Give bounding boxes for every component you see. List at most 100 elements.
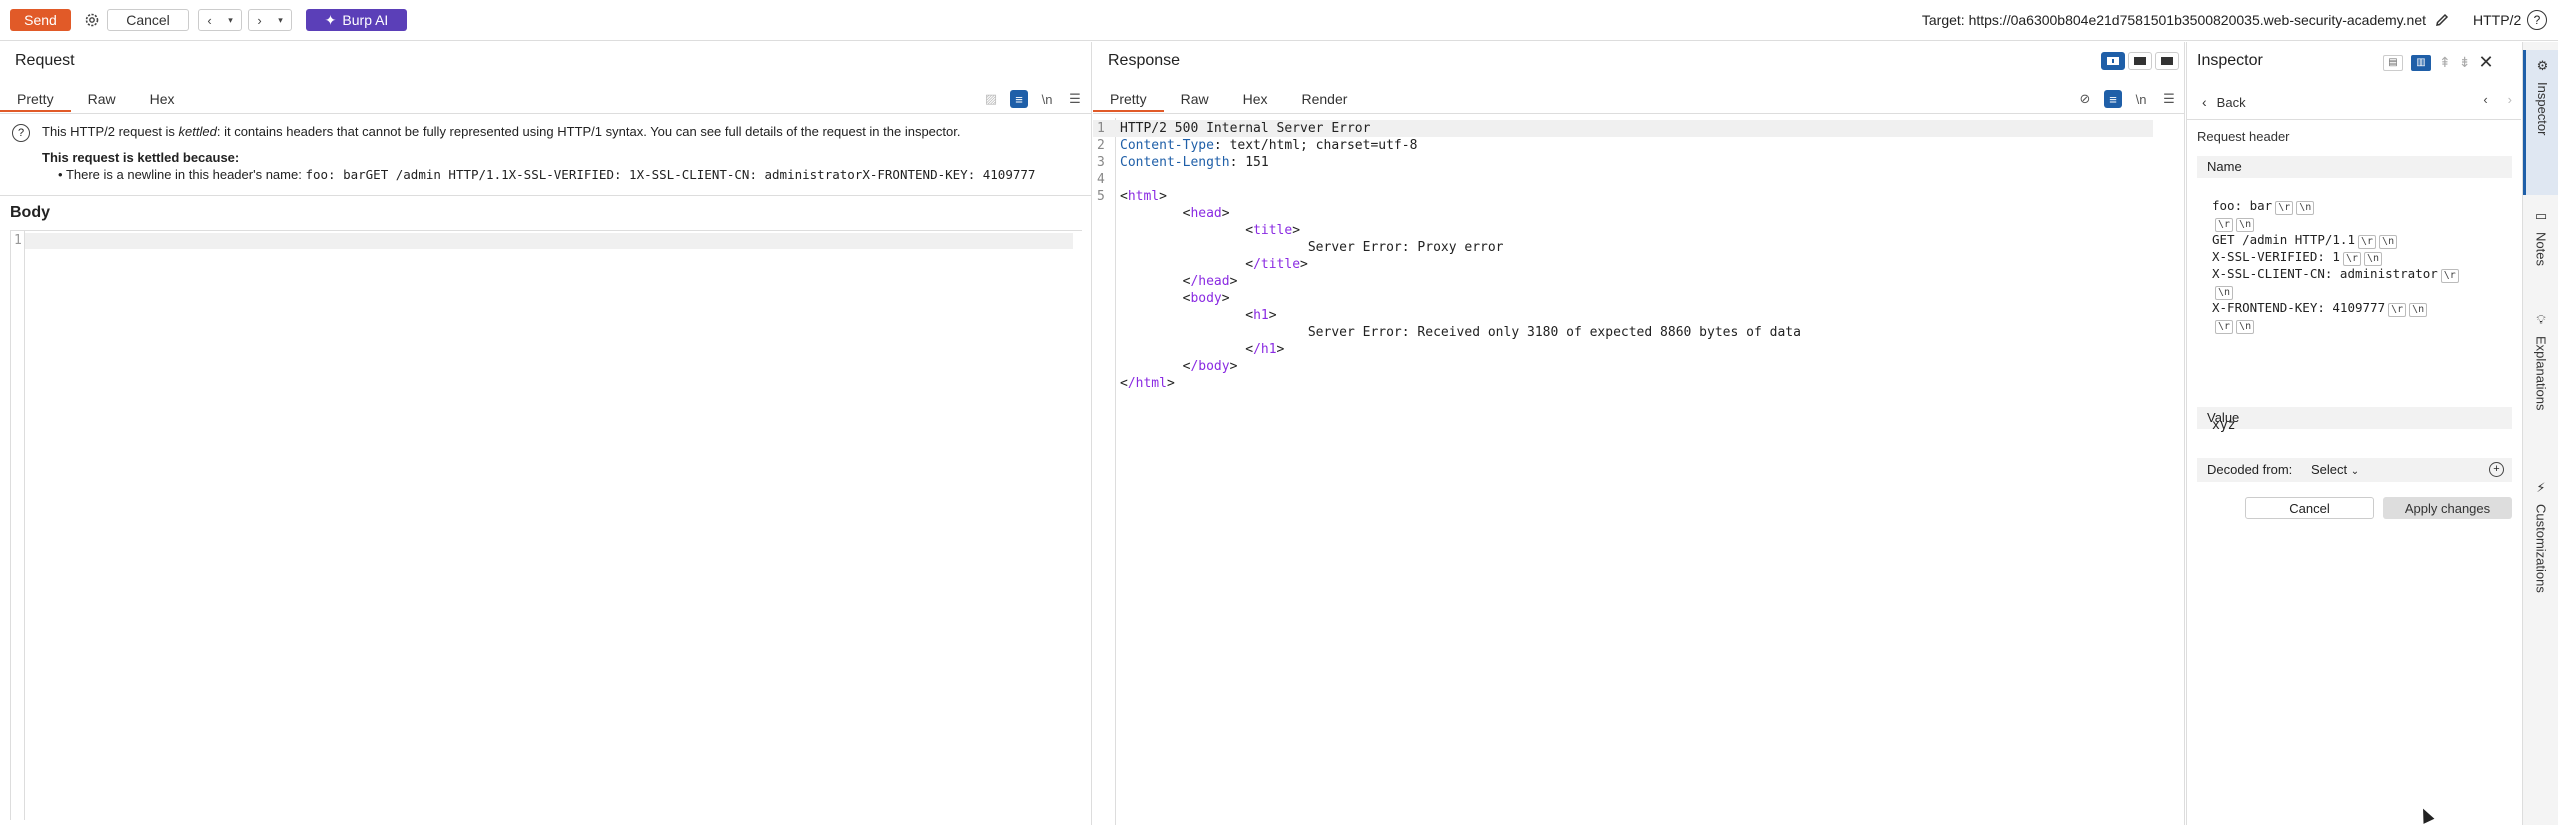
crlf-token: \n <box>2379 235 2398 249</box>
kettled-warning-text: This HTTP/2 request is kettled: it conta… <box>42 124 960 139</box>
code-text: </title> <box>1120 257 1308 272</box>
inspector-back-row[interactable]: ‹ Back ‹ › <box>2197 90 2512 114</box>
crlf-token: \r <box>2388 303 2407 317</box>
hide-eye-icon[interactable]: ⊘ <box>2076 90 2094 108</box>
settings-gear-icon[interactable] <box>82 10 102 30</box>
inspector-layout-left-icon[interactable]: ▤ <box>2383 54 2403 71</box>
response-code-line: <h1> <box>1093 307 2153 324</box>
side-tab-customizations[interactable]: ⚡︎ Customizations <box>2523 472 2558 662</box>
inspector-divider <box>2187 119 2521 120</box>
header-value-editor[interactable]: xyz <box>2212 418 2235 433</box>
response-code-line: 2 Content-Type: text/html; charset=utf-8 <box>1093 137 2153 154</box>
back-label[interactable]: Back <box>2217 95 2246 110</box>
value-heading: Value <box>2197 407 2512 429</box>
response-code-line: Server Error: Received only 3180 of expe… <box>1093 324 2153 341</box>
sparkle-icon: ✦ <box>324 11 337 28</box>
crlf-token: \r <box>2215 218 2234 232</box>
response-tabs: Pretty Raw Hex Render <box>1093 86 1364 112</box>
inspector-item-nav: ‹ › <box>2483 92 2512 107</box>
inspector-cancel-button[interactable]: Cancel <box>2245 497 2374 519</box>
layout-toggle-group <box>2101 52 2179 70</box>
show-newlines-icon[interactable]: \n <box>1038 90 1056 108</box>
header-name-line: \n <box>2212 283 2497 300</box>
collapse-all-icon[interactable]: ⇟ <box>2459 54 2471 71</box>
request-menu-icon[interactable]: ☰ <box>1066 90 1084 108</box>
crlf-token: \n <box>2296 201 2315 215</box>
request-tab-pretty[interactable]: Pretty <box>0 86 71 112</box>
code-text: <head> <box>1120 206 1230 221</box>
show-newlines-icon[interactable]: \n <box>2132 90 2150 108</box>
html-tag: /head <box>1190 274 1230 289</box>
send-button[interactable]: Send <box>10 9 71 31</box>
wrap-lines-icon[interactable]: ≡ <box>1010 90 1028 108</box>
history-forward-group: › ▾ <box>248 9 292 31</box>
header-name-editor[interactable]: foo: bar \r \n \r \n GET /admin HTTP/1.1 \r \n X… <box>2197 190 2512 402</box>
code-text: <h1> <box>1120 308 1277 323</box>
wrap-lines-icon[interactable]: ≡ <box>2104 90 2122 108</box>
code-text: </body> <box>1120 359 1238 374</box>
decoded-from-select[interactable]: Select ⌄ <box>2311 458 2359 484</box>
request-tabs-divider <box>0 113 1091 114</box>
back-arrow-icon[interactable]: ‹ <box>2202 94 2207 110</box>
response-tab-pretty[interactable]: Pretty <box>1093 86 1164 112</box>
crlf-token: \n <box>2409 303 2428 317</box>
previous-item-icon[interactable]: ‹ <box>2483 92 2487 107</box>
close-icon[interactable]: ✕ <box>2478 52 2493 73</box>
warning-text-part: This HTTP/2 request is <box>42 124 179 139</box>
request-tab-raw[interactable]: Raw <box>71 86 133 112</box>
burp-ai-button[interactable]: ✦ Burp AI <box>306 9 407 31</box>
response-tab-raw[interactable]: Raw <box>1164 86 1226 112</box>
kettled-reason-bullet: • There is a newline in this header's na… <box>58 167 1036 182</box>
help-icon[interactable]: ? <box>2527 10 2547 30</box>
history-forward-icon[interactable]: › <box>249 13 270 28</box>
layout-side-by-side-icon[interactable] <box>2101 52 2125 70</box>
warning-text-part: : it contains headers that cannot be ful… <box>216 124 961 139</box>
layout-tabs-icon[interactable] <box>2155 52 2179 70</box>
response-tab-render[interactable]: Render <box>1285 86 1365 112</box>
header-name-text: foo: bar <box>2212 198 2273 213</box>
request-body-section: Body 1 <box>0 195 1092 825</box>
response-editor[interactable]: 1 HTTP/2 500 Internal Server Error 2 Conten… <box>1093 118 2183 825</box>
body-current-line[interactable] <box>25 233 1073 249</box>
decoded-select-value: Select <box>2311 462 2348 477</box>
protocol-label[interactable]: HTTP/2 <box>2473 12 2521 28</box>
inspector-layout-right-icon[interactable]: ▥ <box>2411 54 2431 71</box>
request-tab-hex[interactable]: Hex <box>133 86 192 112</box>
side-tab-label: Customizations <box>2533 504 2549 593</box>
body-editor[interactable]: 1 <box>10 230 1082 820</box>
header-name-text: GET /admin HTTP/1.1 <box>2212 232 2355 247</box>
add-decoding-icon[interactable]: + <box>2489 462 2504 477</box>
header-name-line: foo: bar \r \n <box>2212 198 2497 215</box>
response-code-line: <title> <box>1093 222 2153 239</box>
chevron-down-icon: ⌄ <box>2350 466 2360 477</box>
section-label: Request header <box>2197 129 2290 144</box>
next-item-icon[interactable]: › <box>2508 92 2512 107</box>
html-tag: title <box>1253 223 1293 238</box>
side-tab-explanations[interactable]: 💡︎ Explanations <box>2523 304 2558 469</box>
code-text: </html> <box>1120 376 1175 391</box>
side-tab-bar: ⚙ Inspector ▭ Notes 💡︎ Explanations ⚡︎ C… <box>2522 42 2558 825</box>
html-tag: /body <box>1190 359 1230 374</box>
body-title: Body <box>10 204 50 221</box>
expand-all-icon[interactable]: ⇞ <box>2439 54 2451 71</box>
response-panel: Response Pretty Raw Hex Render ⊘ ≡ \n ☰ … <box>1093 42 2185 825</box>
top-toolbar: Send Cancel ‹ ▾ › ▾ ✦ Burp AI Target: http… <box>0 0 2558 41</box>
response-menu-icon[interactable]: ☰ <box>2160 90 2178 108</box>
history-back-menu-icon[interactable]: ▾ <box>220 15 241 26</box>
hide-non-printable-icon[interactable]: ▨ <box>982 90 1000 108</box>
edit-target-pencil-icon[interactable] <box>2432 10 2452 30</box>
side-tab-notes[interactable]: ▭ Notes <box>2523 200 2558 300</box>
apply-changes-button[interactable]: Apply changes <box>2383 497 2512 519</box>
layout-stacked-icon[interactable] <box>2128 52 2152 70</box>
side-tab-label: Inspector <box>2535 82 2550 136</box>
history-forward-menu-icon[interactable]: ▾ <box>270 15 291 26</box>
response-tabs-divider <box>1093 113 2184 114</box>
side-tab-label: Explanations <box>2533 336 2549 411</box>
cancel-button[interactable]: Cancel <box>107 9 189 31</box>
code-text: Content-Type: text/html; charset=utf-8 <box>1120 138 1418 153</box>
side-tab-inspector[interactable]: ⚙ Inspector <box>2523 50 2558 195</box>
history-back-icon[interactable]: ‹ <box>199 13 220 28</box>
response-tab-hex[interactable]: Hex <box>1226 86 1285 112</box>
response-code-line: </title> <box>1093 256 2153 273</box>
header-name-line: \r \n <box>2212 215 2497 232</box>
